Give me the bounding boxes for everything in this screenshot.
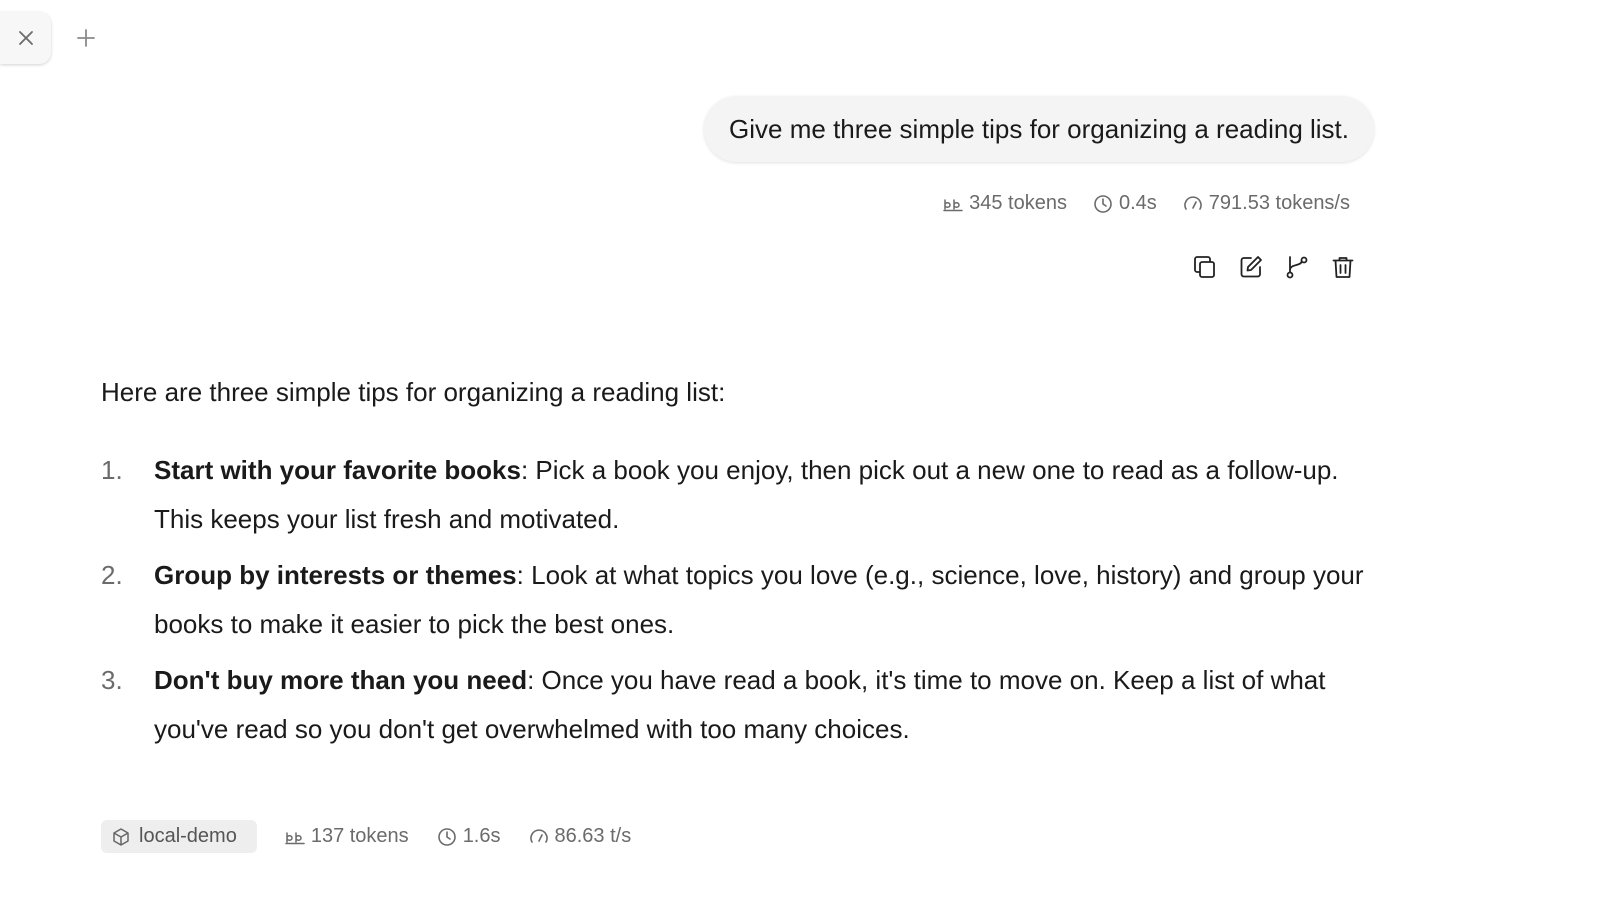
user-token-count: 345 tokens (943, 192, 1067, 215)
model-name: local-demo (139, 825, 237, 847)
assistant-token-speed: 86.63 t/s (529, 825, 632, 848)
list-item-title: Don't buy more than you need (154, 665, 528, 695)
copy-icon (1194, 256, 1215, 278)
list-item: 1. Start with your favorite books: Pick … (101, 446, 1381, 544)
new-chat-button[interactable] (70, 22, 102, 54)
tokens-icon (285, 831, 305, 844)
edit-button[interactable] (1238, 254, 1264, 280)
user-message-stats: 345 tokens 0.4s 791.53 tokens/s (943, 192, 1350, 215)
cube-icon (113, 827, 129, 846)
chat-page: Give me three simple tips for organizing… (0, 0, 1600, 900)
copy-button[interactable] (1192, 254, 1218, 280)
user-token-speed-text: 791.53 tokens/s (1208, 192, 1350, 214)
list-number: 2. (101, 560, 123, 590)
user-token-count-text: 345 tokens (969, 192, 1067, 214)
tokens-icon (943, 198, 963, 211)
list-item: 3. Don't buy more than you need: Once yo… (101, 656, 1381, 754)
list-item-body: Don't buy more than you need: Once you h… (154, 656, 1381, 754)
tips-list: 1. Start with your favorite books: Pick … (101, 446, 1381, 754)
assistant-token-count: 137 tokens (285, 825, 409, 848)
assistant-response-time: 1.6s (437, 825, 501, 848)
gauge-icon (1183, 195, 1202, 210)
list-number: 1. (101, 455, 123, 485)
close-button[interactable] (0, 12, 51, 64)
list-item-body: Start with your favorite books: Pick a b… (154, 446, 1381, 544)
close-icon (18, 31, 33, 45)
assistant-response-time-text: 1.6s (462, 825, 501, 847)
assistant-message: Here are three simple tips for organizin… (101, 372, 1381, 761)
model-badge[interactable]: local-demo (101, 820, 257, 853)
edit-icon (1240, 256, 1262, 278)
list-number: 3. (101, 665, 123, 695)
delete-button[interactable] (1330, 254, 1356, 280)
user-response-time: 0.4s (1093, 192, 1157, 215)
user-message-bubble: Give me three simple tips for organizing… (704, 96, 1374, 162)
trash-icon (1332, 257, 1354, 278)
assistant-token-count-text: 137 tokens (310, 825, 409, 847)
list-item: 2. Group by interests or themes: Look at… (101, 551, 1381, 649)
assistant-intro: Here are three simple tips for organizin… (101, 377, 726, 407)
message-actions (1192, 254, 1356, 280)
clock-icon (1094, 194, 1112, 213)
clock-icon (437, 827, 456, 846)
list-item-title: Start with your favorite books (154, 455, 521, 485)
user-response-time-text: 0.4s (1118, 192, 1157, 214)
branch-icon (1286, 256, 1308, 279)
user-message-text: Give me three simple tips for organizing… (729, 113, 1349, 144)
gauge-icon (529, 828, 548, 843)
assistant-message-stats: local-demo 137 tokens 1.6s 86.63 t/s (101, 820, 631, 853)
branch-button[interactable] (1284, 254, 1310, 280)
assistant-token-speed-text: 86.63 t/s (554, 825, 632, 847)
user-token-speed: 791.53 tokens/s (1183, 192, 1350, 215)
list-item-title: Group by interests or themes (154, 560, 517, 590)
list-item-body: Group by interests or themes: Look at wh… (154, 551, 1381, 649)
plus-icon (77, 29, 95, 47)
